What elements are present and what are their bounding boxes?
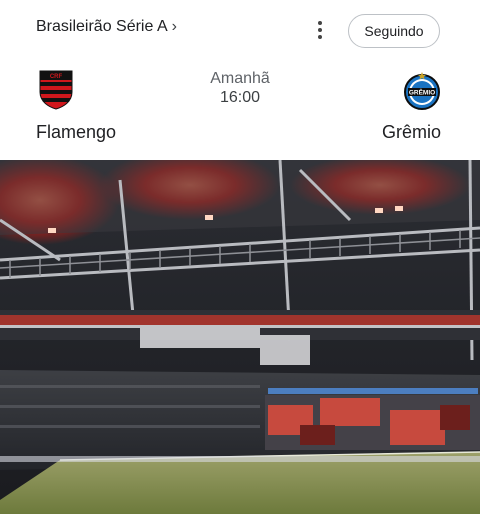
gremio-crest-icon: GRÊMIO xyxy=(404,72,440,110)
competition-link[interactable]: Brasileirão Série A › xyxy=(36,18,177,36)
gremio-crest-text: GRÊMIO xyxy=(409,88,435,97)
flamengo-crest-icon: CRF xyxy=(39,70,73,110)
chevron-right-icon: › xyxy=(171,18,177,35)
competition-label: Brasileirão Série A xyxy=(36,18,168,35)
away-team[interactable]: GRÊMIO Grêmio xyxy=(376,70,468,142)
match-status: Amanhã 16:00 xyxy=(190,70,290,108)
stadium-photo xyxy=(0,160,480,514)
match-date: Amanhã xyxy=(210,70,270,87)
follow-button[interactable]: Seguindo xyxy=(348,14,440,48)
svg-text:CRF: CRF xyxy=(50,74,63,80)
home-team[interactable]: CRF Flamengo xyxy=(20,70,116,142)
home-team-name: Flamengo xyxy=(36,122,117,142)
match-header: Brasileirão Série A › Seguindo CRF Flame… xyxy=(0,0,480,160)
away-team-name: Grêmio xyxy=(382,122,442,142)
match-time: 16:00 xyxy=(219,89,261,106)
more-vert-icon[interactable] xyxy=(312,18,328,42)
